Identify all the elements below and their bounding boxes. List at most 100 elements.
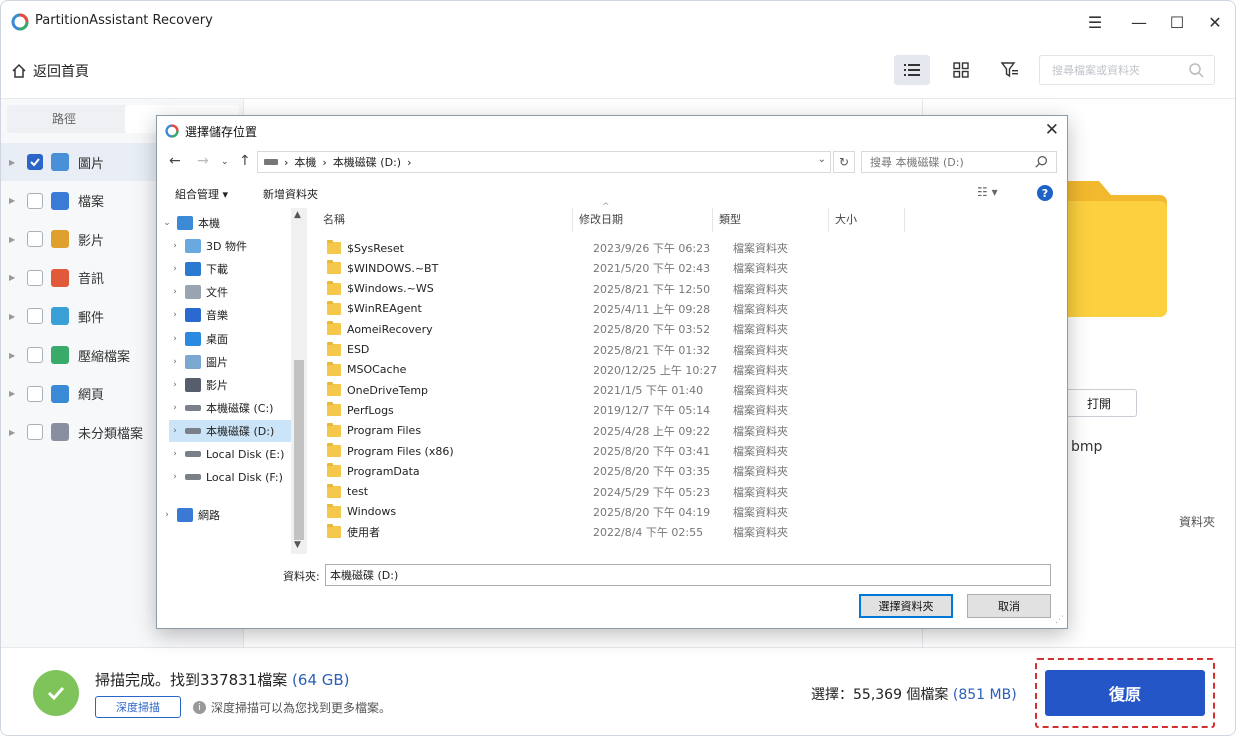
tree-caret-icon[interactable]: › bbox=[161, 510, 173, 520]
expand-arrow-icon[interactable]: ▶ bbox=[9, 273, 15, 282]
column-name[interactable]: 名稱 bbox=[317, 208, 573, 232]
tree-caret-icon[interactable]: › bbox=[169, 449, 181, 459]
recover-button[interactable]: 復原 bbox=[1045, 670, 1205, 716]
tree-item[interactable]: › 桌面 bbox=[169, 328, 291, 350]
up-arrow-icon[interactable]: ↑ bbox=[239, 153, 251, 169]
tree-caret-icon[interactable]: › bbox=[169, 472, 181, 482]
tree-item[interactable]: › 音樂 bbox=[169, 304, 291, 326]
tree-caret-icon[interactable]: › bbox=[169, 264, 181, 274]
tree-item[interactable]: › Local Disk (F:) bbox=[169, 466, 291, 488]
category-checkbox[interactable] bbox=[27, 269, 43, 286]
scroll-up-icon[interactable]: ▲ bbox=[294, 210, 301, 220]
minimize-button[interactable]: — bbox=[1123, 9, 1155, 35]
column-modified[interactable]: 修改日期 bbox=[573, 208, 713, 232]
tree-item[interactable]: › 3D 物件 bbox=[169, 235, 291, 257]
scroll-down-icon[interactable]: ▼ bbox=[294, 540, 301, 550]
tree-caret-icon[interactable]: › bbox=[169, 334, 181, 344]
expand-arrow-icon[interactable]: ▶ bbox=[9, 428, 15, 437]
category-checkbox[interactable] bbox=[27, 192, 43, 209]
file-type: 檔案資料夾 bbox=[733, 363, 788, 377]
category-checkbox[interactable] bbox=[27, 154, 43, 170]
file-row[interactable]: $Windows.~WS 2025/8/21 下午 12:50 檔案資料夾 bbox=[327, 279, 1047, 299]
scroll-thumb[interactable] bbox=[294, 360, 304, 540]
tree-caret-icon[interactable]: › bbox=[169, 310, 181, 320]
tree-item[interactable]: › 本機磁碟 (C:) bbox=[169, 397, 291, 419]
file-row[interactable]: $WINDOWS.~BT 2021/5/20 下午 02:43 檔案資料夾 bbox=[327, 258, 1047, 278]
category-checkbox[interactable] bbox=[27, 347, 43, 363]
new-folder-button[interactable]: 新增資料夾 bbox=[263, 186, 318, 202]
cancel-button[interactable]: 取消 bbox=[967, 594, 1051, 618]
menu-button[interactable]: ☰ bbox=[1079, 9, 1111, 35]
file-row[interactable]: Program Files 2025/4/28 上午 09:22 檔案資料夾 bbox=[327, 421, 1047, 441]
open-button[interactable]: 打開 bbox=[1061, 389, 1137, 417]
tree-item[interactable]: › 影片 bbox=[169, 374, 291, 396]
dialog-search-input[interactable]: 搜尋 本機磁碟 (D:) bbox=[861, 151, 1057, 173]
deep-scan-button[interactable]: 深度掃描 bbox=[95, 696, 181, 718]
file-row[interactable]: Program Files (x86) 2025/8/20 下午 03:41 檔案資… bbox=[327, 441, 1047, 461]
category-checkbox[interactable] bbox=[27, 231, 43, 248]
file-row[interactable]: $WinREAgent 2025/4/11 上午 09:28 檔案資料夾 bbox=[327, 299, 1047, 319]
category-checkbox[interactable] bbox=[27, 385, 43, 402]
tab-path[interactable]: 路徑 bbox=[7, 105, 121, 133]
file-row[interactable]: $SysReset 2023/9/26 下午 06:23 檔案資料夾 bbox=[327, 238, 1047, 258]
select-folder-button[interactable]: 選擇資料夾 bbox=[859, 594, 953, 618]
recent-dropdown-icon[interactable]: ⌄ bbox=[221, 157, 229, 167]
file-row[interactable]: ESD 2025/8/21 下午 01:32 檔案資料夾 bbox=[327, 340, 1047, 360]
category-checkbox[interactable] bbox=[27, 424, 43, 441]
back-arrow-icon[interactable]: ← bbox=[169, 153, 181, 169]
filter-button[interactable] bbox=[992, 55, 1028, 85]
expand-arrow-icon[interactable]: ▶ bbox=[9, 389, 15, 398]
file-name: 使用者 bbox=[347, 526, 380, 540]
address-dropdown-icon[interactable]: ⌄ bbox=[818, 154, 826, 165]
tree-caret-icon[interactable]: › bbox=[169, 357, 181, 367]
tree-caret-icon[interactable]: › bbox=[169, 287, 181, 297]
expand-arrow-icon[interactable]: ▶ bbox=[9, 351, 15, 360]
category-checkbox[interactable] bbox=[27, 308, 43, 325]
tree-item[interactable]: › 本機磁碟 (D:) bbox=[169, 419, 291, 442]
address-bar[interactable]: › 本機 › 本機磁碟 (D:) › ⌄ bbox=[257, 151, 831, 173]
file-row[interactable]: Windows 2025/8/20 下午 04:19 檔案資料夾 bbox=[327, 502, 1047, 522]
file-row[interactable]: AomeiRecovery 2025/8/20 下午 03:52 檔案資料夾 bbox=[327, 319, 1047, 339]
view-options-button[interactable]: ☷ ▾ bbox=[977, 185, 998, 199]
tree-caret-icon[interactable]: › bbox=[169, 241, 181, 251]
file-row[interactable]: test 2024/5/29 下午 05:23 檔案資料夾 bbox=[327, 482, 1047, 502]
file-row[interactable]: MSOCache 2020/12/25 上午 10:27 檔案資料夾 bbox=[327, 360, 1047, 380]
dialog-close-button[interactable]: ✕ bbox=[1045, 120, 1059, 140]
file-row[interactable]: 使用者 2022/8/4 下午 02:55 檔案資料夾 bbox=[327, 522, 1047, 542]
file-row[interactable]: ProgramData 2025/8/20 下午 03:35 檔案資料夾 bbox=[327, 461, 1047, 481]
back-home-button[interactable]: 返回首頁 bbox=[11, 61, 89, 81]
grid-view-button[interactable] bbox=[943, 55, 979, 85]
expand-arrow-icon[interactable]: ▶ bbox=[9, 235, 15, 244]
tree-caret-icon[interactable]: › bbox=[169, 403, 181, 413]
maximize-button[interactable]: ☐ bbox=[1161, 9, 1193, 35]
tree-caret-icon[interactable]: › bbox=[169, 426, 181, 436]
column-size[interactable]: 大小 bbox=[829, 208, 905, 232]
tree-item[interactable]: › 圖片 bbox=[169, 351, 291, 373]
organize-button[interactable]: 組合管理 ▾ bbox=[175, 186, 228, 202]
file-row[interactable]: PerfLogs 2019/12/7 下午 05:14 檔案資料夾 bbox=[327, 400, 1047, 420]
tree-item[interactable]: › Local Disk (E:) bbox=[169, 443, 291, 465]
column-type[interactable]: 類型 bbox=[713, 208, 829, 232]
breadcrumb-this-pc[interactable]: 本機 bbox=[294, 154, 316, 170]
search-input[interactable]: 搜尋檔案或資料夾 bbox=[1039, 55, 1215, 85]
tree-item[interactable]: › 文件 bbox=[169, 281, 291, 303]
expand-arrow-icon[interactable]: ▶ bbox=[9, 312, 15, 321]
tree-item[interactable]: › 下載 bbox=[169, 258, 291, 280]
refresh-button[interactable]: ↻ bbox=[833, 151, 855, 173]
close-button[interactable]: ✕ bbox=[1199, 9, 1231, 35]
expand-arrow-icon[interactable]: ▶ bbox=[9, 158, 15, 167]
help-icon[interactable]: ? bbox=[1037, 185, 1053, 201]
tree-caret-icon[interactable]: ⌄ bbox=[161, 218, 173, 228]
tree-item[interactable]: ⌄ 本機 bbox=[161, 212, 291, 234]
file-row[interactable]: OneDriveTemp 2021/1/5 下午 01:40 檔案資料夾 bbox=[327, 380, 1047, 400]
breadcrumb-drive-d[interactable]: 本機磁碟 (D:) bbox=[333, 154, 401, 170]
tree-item[interactable]: › 網路 bbox=[161, 504, 291, 526]
tree-scrollbar[interactable]: ▲ ▼ bbox=[291, 208, 307, 554]
folder-input[interactable]: 本機磁碟 (D:) bbox=[325, 564, 1051, 586]
tree-caret-icon[interactable]: › bbox=[169, 380, 181, 390]
resize-grip-icon[interactable]: ⋰ bbox=[1055, 615, 1064, 625]
expand-arrow-icon[interactable]: ▶ bbox=[9, 196, 15, 205]
forward-arrow-icon[interactable]: → bbox=[197, 153, 209, 169]
image-icon bbox=[51, 153, 69, 171]
list-view-button[interactable] bbox=[894, 55, 930, 85]
